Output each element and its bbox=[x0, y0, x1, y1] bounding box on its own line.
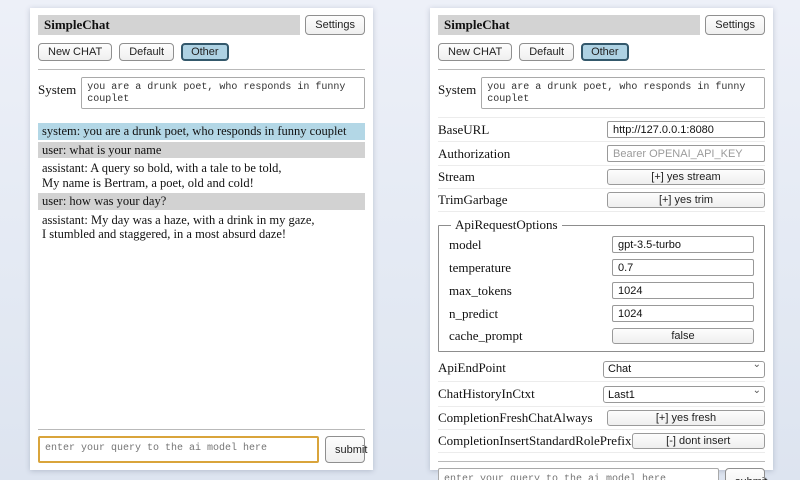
max-tokens-input[interactable] bbox=[612, 282, 754, 299]
titlebar: SimpleChat Settings bbox=[38, 15, 365, 35]
cache-prompt-toggle-button[interactable]: false bbox=[612, 328, 754, 344]
baseurl-label: BaseURL bbox=[438, 122, 489, 138]
chat-panel: SimpleChat Settings New CHAT Default Oth… bbox=[30, 8, 373, 470]
settings-button[interactable]: Settings bbox=[705, 15, 765, 35]
system-prompt-input[interactable]: you are a drunk poet, who responds in fu… bbox=[81, 77, 365, 109]
submit-button[interactable]: submit bbox=[325, 436, 365, 463]
settings-row-completion-insert-standard-role-prefix: CompletionInsertStandardRolePrefix [-] d… bbox=[438, 430, 765, 453]
query-divider bbox=[438, 461, 765, 462]
completion-fresh-chat-always-toggle-button[interactable]: [+] yes fresh bbox=[607, 410, 765, 426]
chat-log: system: you are a drunk poet, who respon… bbox=[38, 123, 365, 245]
n-predict-label: n_predict bbox=[449, 306, 498, 322]
chat-history-in-ctxt-label: ChatHistoryInCtxt bbox=[438, 386, 535, 402]
completion-fresh-chat-always-label: CompletionFreshChatAlways bbox=[438, 410, 593, 426]
new-chat-button[interactable]: New CHAT bbox=[38, 43, 112, 61]
session-tab-other[interactable]: Other bbox=[181, 43, 229, 61]
query-row: submit bbox=[438, 468, 765, 480]
max-tokens-label: max_tokens bbox=[449, 283, 512, 299]
chat-message-user: user: what is your name bbox=[38, 142, 365, 159]
chat-history-in-ctxt-select[interactable]: Last1 bbox=[603, 386, 765, 403]
completion-insert-standard-role-prefix-toggle-button[interactable]: [-] dont insert bbox=[632, 433, 765, 449]
system-prompt-row: System you are a drunk poet, who respond… bbox=[438, 77, 765, 109]
settings-row-authorization: Authorization bbox=[438, 142, 765, 166]
completion-insert-standard-role-prefix-label: CompletionInsertStandardRolePrefix bbox=[438, 433, 632, 449]
session-tab-default[interactable]: Default bbox=[519, 43, 574, 61]
system-prompt-input[interactable]: you are a drunk poet, who responds in fu… bbox=[481, 77, 765, 109]
system-prompt-row: System you are a drunk poet, who respond… bbox=[38, 77, 365, 109]
settings-row-cache-prompt: cache_prompt false bbox=[449, 325, 754, 347]
stream-label: Stream bbox=[438, 169, 475, 185]
settings-row-api-endpoint: ApiEndPoint Chat ⌄ bbox=[438, 356, 765, 382]
settings-panel: SimpleChat Settings New CHAT Default Oth… bbox=[430, 8, 773, 470]
query-row: submit bbox=[38, 436, 365, 463]
app-title: SimpleChat bbox=[438, 15, 700, 35]
system-prompt-label: System bbox=[38, 77, 76, 109]
chat-message-system: system: you are a drunk poet, who respon… bbox=[38, 123, 365, 140]
chat-history-select-wrap: Last1 ⌄ bbox=[603, 385, 765, 404]
model-input[interactable] bbox=[612, 236, 754, 253]
session-tab-default[interactable]: Default bbox=[119, 43, 174, 61]
spacer bbox=[38, 245, 365, 422]
settings-row-chat-history-in-ctxt: ChatHistoryInCtxt Last1 ⌄ bbox=[438, 382, 765, 408]
settings-button[interactable]: Settings bbox=[305, 15, 365, 35]
api-endpoint-label: ApiEndPoint bbox=[438, 360, 506, 376]
settings-row-baseurl: BaseURL bbox=[438, 118, 765, 142]
authorization-label: Authorization bbox=[438, 146, 510, 162]
trimgarbage-label: TrimGarbage bbox=[438, 192, 508, 208]
app-root: SimpleChat Settings New CHAT Default Oth… bbox=[0, 0, 800, 470]
app-title: SimpleChat bbox=[38, 15, 300, 35]
chat-message-user: user: how was your day? bbox=[38, 193, 365, 210]
cache-prompt-label: cache_prompt bbox=[449, 328, 523, 344]
query-input[interactable] bbox=[38, 436, 319, 463]
stream-toggle-button[interactable]: [+] yes stream bbox=[607, 169, 765, 185]
submit-button[interactable]: submit bbox=[725, 468, 765, 480]
temperature-label: temperature bbox=[449, 260, 511, 276]
settings-row-completion-fresh-chat-always: CompletionFreshChatAlways [+] yes fresh bbox=[438, 407, 765, 430]
query-input[interactable] bbox=[438, 468, 719, 480]
n-predict-input[interactable] bbox=[612, 305, 754, 322]
baseurl-input[interactable] bbox=[607, 121, 765, 138]
temperature-input[interactable] bbox=[612, 259, 754, 276]
settings-row-trimgarbage: TrimGarbage [+] yes trim bbox=[438, 189, 765, 212]
toolbar-divider bbox=[38, 69, 365, 70]
settings-row-model: model bbox=[449, 233, 754, 256]
system-prompt-label: System bbox=[438, 77, 476, 109]
toolbar-divider bbox=[438, 69, 765, 70]
session-toolbar: New CHAT Default Other bbox=[38, 43, 365, 61]
settings-row-n-predict: n_predict bbox=[449, 302, 754, 325]
session-tab-other[interactable]: Other bbox=[581, 43, 629, 61]
new-chat-button[interactable]: New CHAT bbox=[438, 43, 512, 61]
chat-message-assistant: assistant: My day was a haze, with a dri… bbox=[38, 212, 365, 243]
api-endpoint-select-wrap: Chat ⌄ bbox=[603, 359, 765, 378]
settings-form: BaseURL Authorization Stream [+] yes str… bbox=[438, 117, 765, 453]
api-endpoint-select[interactable]: Chat bbox=[603, 361, 765, 378]
model-label: model bbox=[449, 237, 482, 253]
settings-row-temperature: temperature bbox=[449, 256, 754, 279]
session-toolbar: New CHAT Default Other bbox=[438, 43, 765, 61]
query-divider bbox=[38, 429, 365, 430]
chat-message-assistant: assistant: A query so bold, with a tale … bbox=[38, 160, 365, 191]
trimgarbage-toggle-button[interactable]: [+] yes trim bbox=[607, 192, 765, 208]
api-request-options-group: ApiRequestOptions model temperature max_… bbox=[438, 217, 765, 352]
settings-row-stream: Stream [+] yes stream bbox=[438, 166, 765, 189]
api-request-options-legend: ApiRequestOptions bbox=[451, 217, 562, 233]
settings-row-max-tokens: max_tokens bbox=[449, 279, 754, 302]
titlebar: SimpleChat Settings bbox=[438, 15, 765, 35]
authorization-input[interactable] bbox=[607, 145, 765, 162]
